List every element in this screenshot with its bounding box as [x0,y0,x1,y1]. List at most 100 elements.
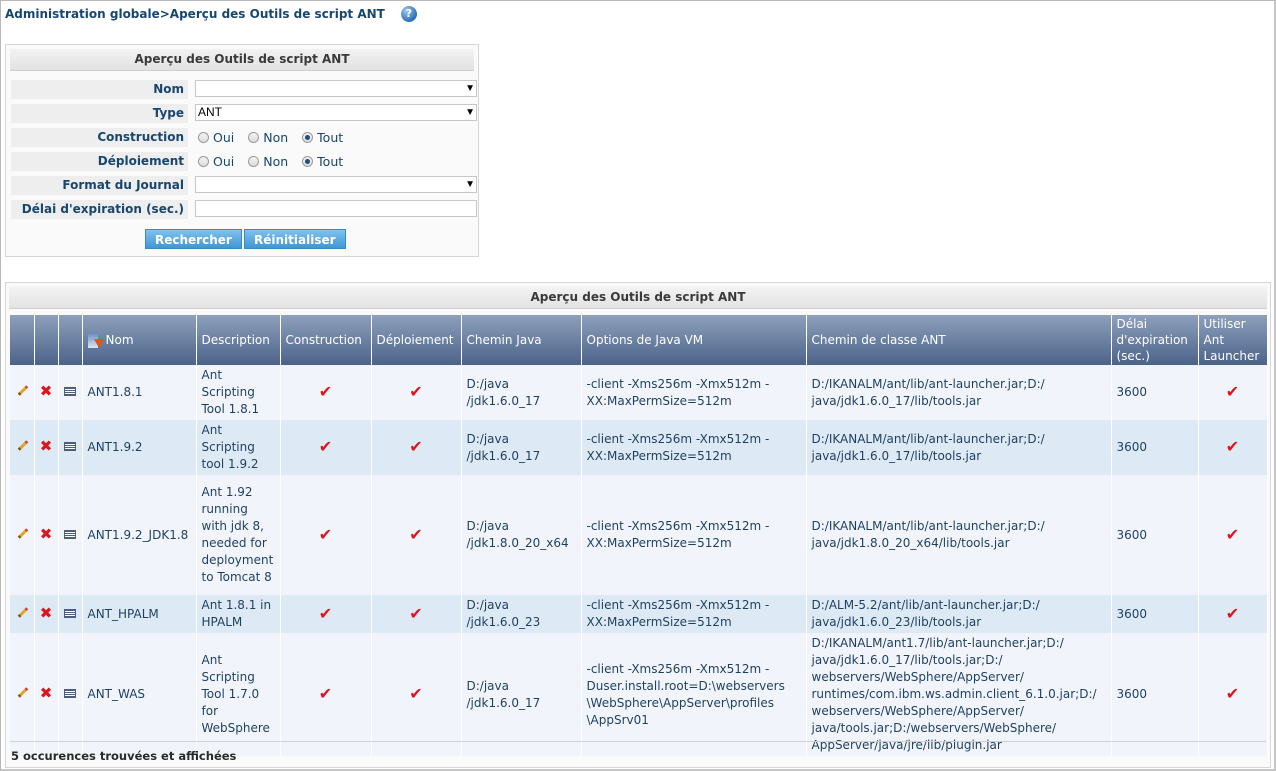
cell-nom: ANT_HPALM [82,595,197,633]
cell-description: Ant Scripting Tool 1.8.1 [196,365,281,420]
nom-label: Nom [11,80,188,99]
deploiement-radio-non[interactable] [248,156,260,167]
format-journal-select[interactable]: ▼ [195,176,477,193]
delete-cell: ✖ [34,420,59,475]
cell-launcher: ✔ [1198,365,1268,420]
pencil-icon[interactable] [15,438,29,452]
check-icon: ✔ [318,524,333,544]
delete-cell: ✖ [34,475,59,595]
construction-radio-tout[interactable] [302,132,314,143]
cell-description: Ant 1.8.1 in HPALM [196,595,281,633]
sort-icon[interactable] [87,333,104,348]
delai-input[interactable] [195,200,477,217]
table-row: ✖ ANT1.9.2 Ant Scripting tool 1.9.2 ✔ ✔ D:/ja… [10,420,1268,475]
delete-icon[interactable]: ✖ [39,526,53,541]
check-icon: ✔ [409,437,423,456]
cell-launcher: ✔ [1198,595,1268,633]
pencil-icon[interactable] [15,383,29,397]
header-description[interactable]: Description [196,315,281,365]
cell-chemin-java: D:/java /jdk1.6.0_17 [461,420,582,475]
type-value: ANT [198,105,222,119]
cell-deploiement: ✔ [371,633,462,756]
delete-icon[interactable]: ✖ [39,605,53,620]
form-row-deploiement: Déploiement Oui Non Tout [11,152,475,171]
detail-icon[interactable] [64,608,76,618]
pencil-icon[interactable] [15,685,29,699]
cell-description: Ant Scripting tool 1.9.2 [196,420,281,475]
check-icon: ✔ [318,437,333,456]
cell-chemin-java: D:/java /jdk1.6.0_23 [461,595,582,633]
delete-icon[interactable]: ✖ [39,439,53,454]
construction-radio-non[interactable] [248,132,260,143]
results-title: Aperçu des Outils de script ANT [9,286,1267,309]
header-deploiement[interactable]: Déploiement [371,315,462,365]
deploiement-radio-tout[interactable] [302,156,314,167]
nom-select[interactable]: ▼ [195,80,477,97]
detail-cell [58,475,83,595]
check-icon: ✔ [1225,684,1240,703]
format-journal-label: Format du Journal [11,176,188,195]
form-row-format-journal: Format du Journal ▼ [11,176,477,195]
form-row-construction: Construction Oui Non Tout [11,128,475,147]
cell-nom: ANT1.8.1 [82,365,197,420]
search-panel: Aperçu des Outils de script ANT Nom ▼ Ty… [5,44,479,257]
header-nom[interactable]: Nom [82,315,197,365]
cell-deploiement: ✔ [371,420,462,475]
chevron-down-icon: ▼ [465,83,475,94]
check-icon: ✔ [1225,437,1240,456]
header-construction[interactable]: Construction [280,315,372,365]
search-button[interactable]: Rechercher [145,229,242,249]
results-count: 5 occurences trouvées et affichées [11,749,237,763]
cell-options-vm: -client -Xms256m -Xmx512m -XX:MaxPermSiz… [581,365,807,420]
cell-nom: ANT1.9.2 [82,420,197,475]
cell-deploiement: ✔ [371,595,462,633]
delete-icon[interactable]: ✖ [39,686,53,701]
header-options-vm[interactable]: Options de Java VM [581,315,807,365]
detail-icon[interactable] [64,387,76,396]
delete-cell: ✖ [34,595,59,633]
deploiement-radio-oui[interactable] [198,156,209,167]
check-icon: ✔ [409,382,423,401]
detail-icon[interactable] [64,442,76,451]
reset-button[interactable]: Réinitialiser [244,229,346,249]
header-chemin-java[interactable]: Chemin Java [461,315,582,365]
cell-options-vm: -client -Xms256m -Xmx512m -XX:MaxPermSiz… [581,475,807,595]
table-row: ✖ ANT_HPALM Ant 1.8.1 in HPALM ✔ ✔ D:/java /j… [10,595,1268,633]
cell-classpath: D:/IKANALM/ant/lib/ant-launcher.jar;D:/ … [806,420,1112,475]
check-icon: ✔ [1225,603,1240,623]
construction-radio-oui[interactable] [198,132,209,143]
search-panel-title: Aperçu des Outils de script ANT [10,49,474,71]
check-icon: ✔ [318,684,333,703]
edit-cell [10,595,35,633]
detail-icon[interactable] [64,529,76,539]
cell-nom: ANT1.9.2_JDK1.8 [82,475,197,595]
header-classpath[interactable]: Chemin de classe ANT [806,315,1112,365]
cell-launcher: ✔ [1198,475,1268,595]
detail-icon[interactable] [64,689,76,698]
type-select[interactable]: ANT ▼ [195,104,477,121]
cell-chemin-java: D:/java /jdk1.6.0_17 [461,633,582,756]
detail-cell [58,420,83,475]
cell-deploiement: ✔ [371,475,462,595]
breadcrumb-text[interactable]: Administration globale>Aperçu des Outils… [5,7,385,21]
pencil-icon[interactable] [15,605,29,619]
deploiement-radio-group: Oui Non Tout [198,154,357,169]
form-row-nom: Nom ▼ [11,80,477,99]
check-icon: ✔ [409,684,423,703]
cell-delai: 3600 [1111,475,1199,595]
cell-launcher: ✔ [1198,633,1268,756]
header-delai[interactable]: Délai d'expiration (sec.) [1111,315,1199,365]
cell-delai: 3600 [1111,633,1199,756]
cell-construction: ✔ [280,595,372,633]
cell-classpath: D:/IKANALM/ant/lib/ant-launcher.jar;D:/ … [806,365,1112,420]
help-icon[interactable]: ? [400,6,417,22]
detail-cell [58,633,83,756]
cell-options-vm: -client -Xms256m -Xmx512m -XX:MaxPermSiz… [581,420,807,475]
header-launcher[interactable]: Utiliser Ant Launcher [1198,315,1268,365]
edit-cell [10,633,35,756]
delete-icon[interactable]: ✖ [39,384,53,399]
cell-construction: ✔ [280,633,372,756]
cell-delai: 3600 [1111,365,1199,420]
pencil-icon[interactable] [15,526,29,540]
cell-classpath: D:/IKANALM/ant1.7/lib/ant-launcher.jar;D… [806,633,1112,756]
